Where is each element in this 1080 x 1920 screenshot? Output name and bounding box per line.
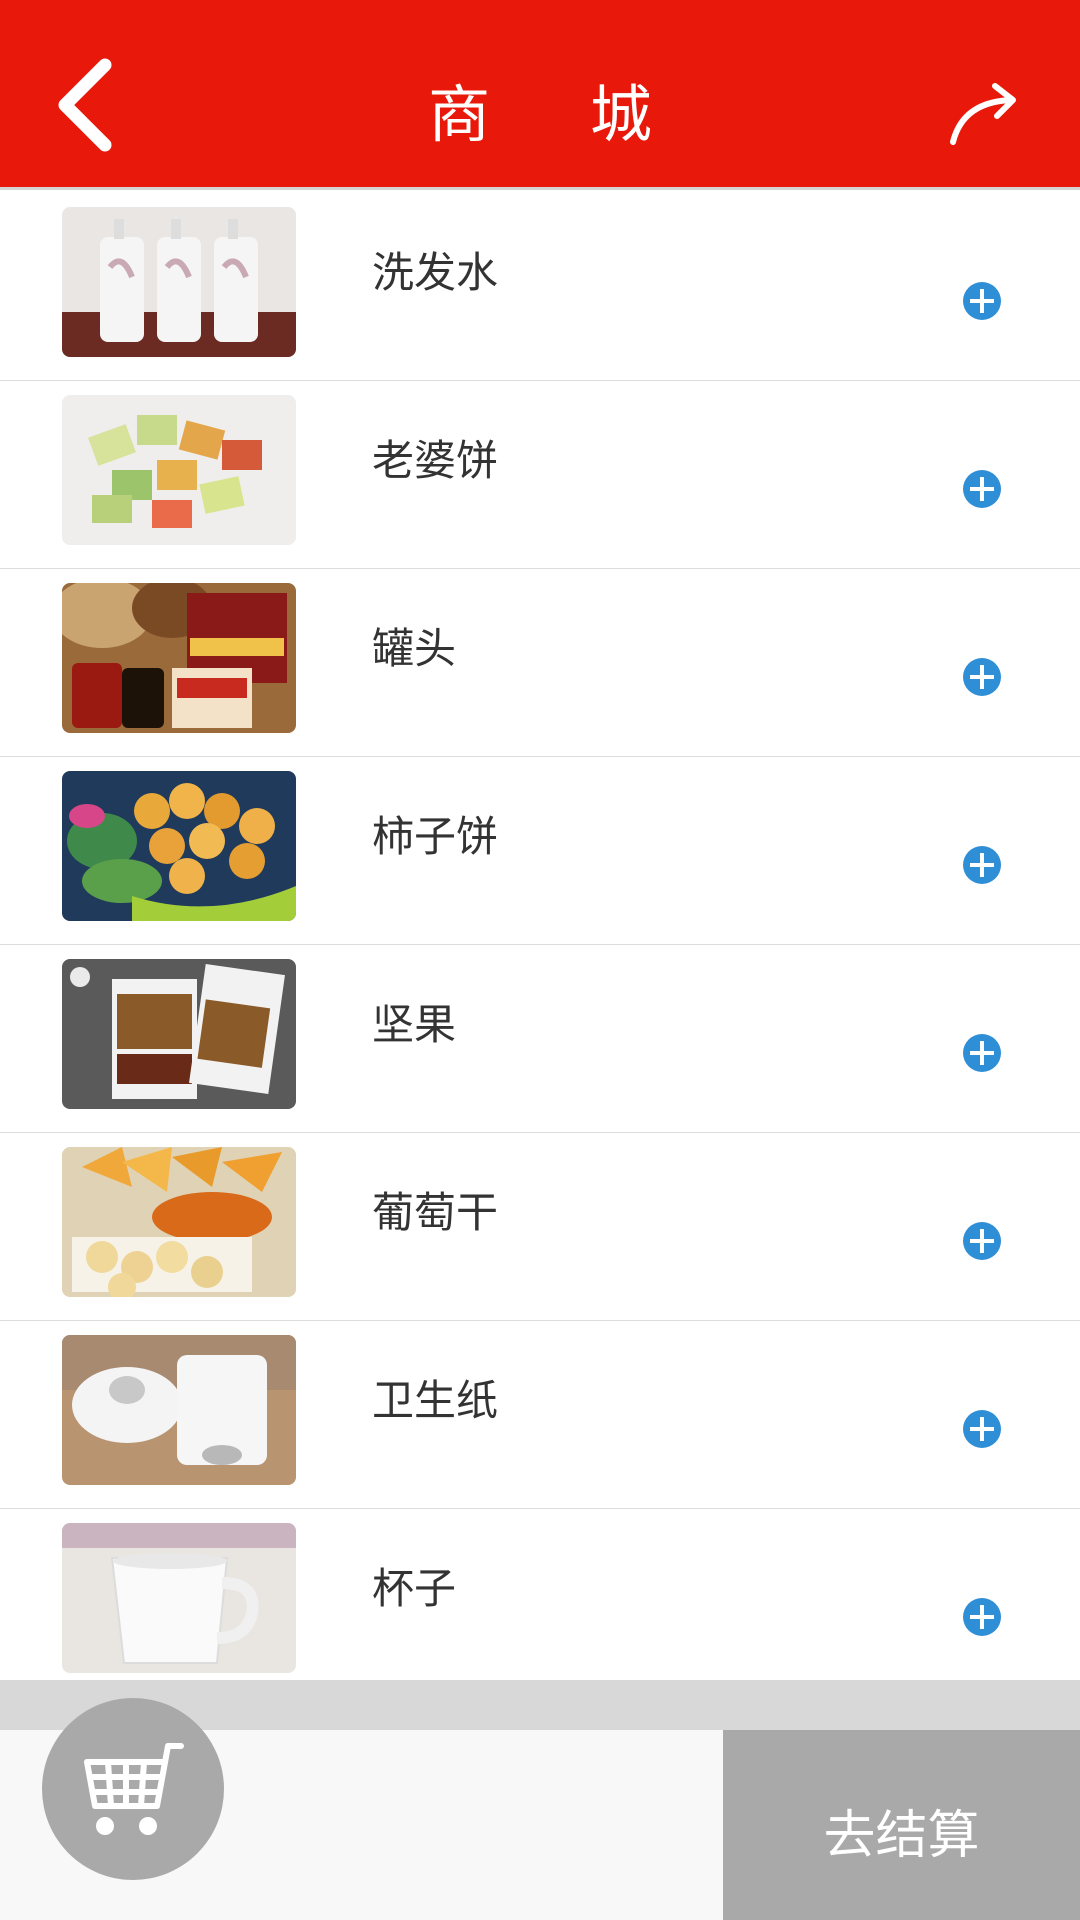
plus-circle-icon[interactable] [962,657,1002,697]
app-header: 商 城 [0,0,1080,190]
product-list: 洗发水 老婆饼 罐头 柿子饼 坚果 葡萄干 卫生纸 杯子 [0,193,1080,1697]
back-button[interactable] [30,45,140,165]
product-name: 柿子饼 [372,812,499,861]
share-arrow-icon [950,83,1016,145]
product-name: 罐头 [372,624,457,673]
product-image-dried-fruit [62,1147,296,1297]
product-image-cup [62,1523,296,1673]
product-image-shampoo [62,207,296,357]
product-image-pastries [62,395,296,545]
product-name: 坚果 [372,1000,457,1049]
product-name: 杯子 [372,1564,457,1613]
plus-circle-icon[interactable] [962,281,1002,321]
list-item[interactable]: 老婆饼 [0,381,1080,569]
checkout-button[interactable]: 去结算 [723,1730,1080,1920]
plus-circle-icon[interactable] [962,1597,1002,1637]
list-item[interactable]: 罐头 [0,569,1080,757]
product-image-persimmon [62,771,296,921]
product-name: 老婆饼 [372,436,499,485]
plus-circle-icon[interactable] [962,1033,1002,1073]
product-image-canned [62,583,296,733]
cart-button[interactable] [42,1698,224,1880]
chevron-left-icon [58,58,112,152]
page-title: 商 城 [428,78,692,151]
product-name: 卫生纸 [372,1376,499,1425]
list-item[interactable]: 坚果 [0,945,1080,1133]
plus-circle-icon[interactable] [962,1221,1002,1261]
product-name: 葡萄干 [372,1188,499,1237]
plus-circle-icon[interactable] [962,469,1002,509]
list-item[interactable]: 杯子 [0,1509,1080,1697]
product-image-nuts [62,959,296,1109]
plus-circle-icon[interactable] [962,845,1002,885]
list-item[interactable]: 葡萄干 [0,1133,1080,1321]
plus-circle-icon[interactable] [962,1409,1002,1449]
product-image-toilet-paper [62,1335,296,1485]
shopping-cart-icon [84,1743,184,1835]
share-button[interactable] [930,65,1040,165]
list-item[interactable]: 卫生纸 [0,1321,1080,1509]
list-item[interactable]: 洗发水 [0,193,1080,381]
product-name: 洗发水 [372,248,499,297]
list-item[interactable]: 柿子饼 [0,757,1080,945]
